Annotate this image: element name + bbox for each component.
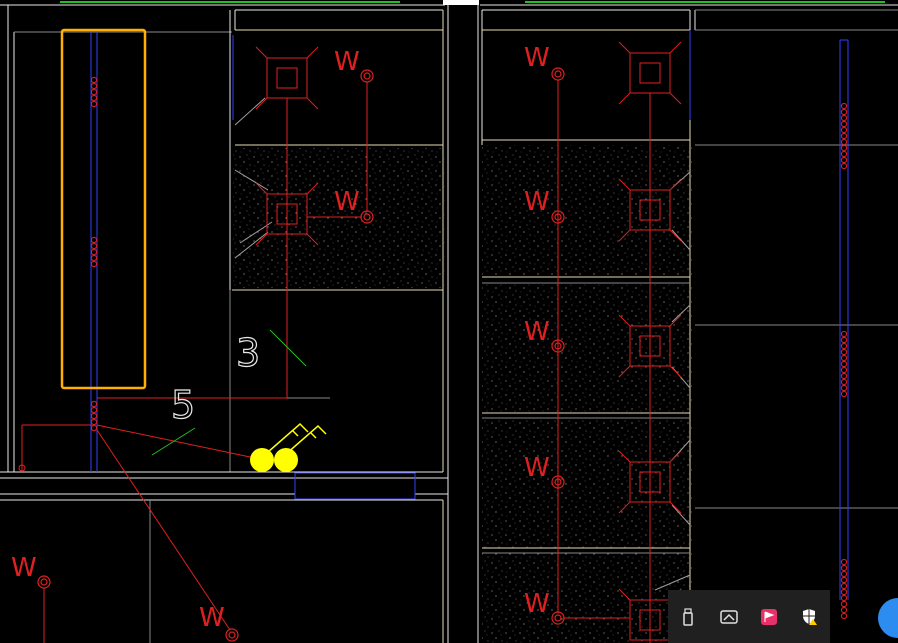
cad-drawing[interactable]: W W W W W W W W W 3 5 bbox=[0, 0, 898, 643]
riser-label: W bbox=[524, 589, 550, 619]
riser-label: W bbox=[524, 187, 550, 217]
walls-left bbox=[0, 5, 449, 643]
riser-label: W bbox=[524, 43, 550, 73]
riser-label: W bbox=[524, 453, 550, 483]
riser-label: W bbox=[334, 187, 360, 217]
selection-rectangle[interactable] bbox=[60, 28, 147, 390]
usb-drive-icon[interactable] bbox=[678, 607, 698, 627]
dimension-label-5: 5 bbox=[171, 383, 195, 427]
riser-label: W bbox=[199, 603, 225, 633]
w-labels: W W W W W W W W W bbox=[11, 43, 550, 633]
riser-label: W bbox=[334, 47, 360, 77]
riser-label: W bbox=[11, 553, 37, 583]
yellow-markers[interactable] bbox=[250, 422, 327, 472]
pipe-coupling-chains bbox=[90, 76, 848, 620]
hatched-slab-left bbox=[233, 148, 445, 288]
security-shield-icon[interactable] bbox=[800, 607, 820, 627]
riser-label: W bbox=[524, 317, 550, 347]
screen-capture-icon[interactable] bbox=[719, 607, 739, 627]
blue-lines bbox=[90, 30, 849, 600]
dimension-label-3: 3 bbox=[236, 331, 260, 375]
system-tray bbox=[668, 590, 830, 643]
app-flag-icon[interactable] bbox=[759, 607, 779, 627]
top-strip bbox=[0, 0, 898, 6]
